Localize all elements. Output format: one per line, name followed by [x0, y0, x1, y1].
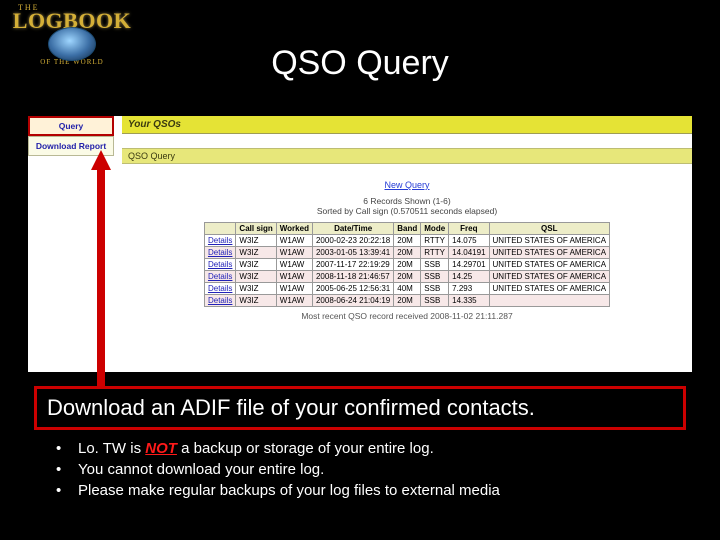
cell-call: W3IZ: [236, 259, 276, 271]
cell-band: 20M: [394, 235, 421, 247]
bullet-item: • You cannot download your entire log.: [56, 461, 500, 478]
pane-subheading: QSO Query: [122, 148, 692, 164]
bullet-item: • Please make regular backups of your lo…: [56, 482, 500, 499]
cell-qsl: UNITED STATES OF AMERICA: [489, 235, 610, 247]
cell-worked: W1AW: [276, 259, 312, 271]
th-freq: Freq: [449, 223, 489, 235]
table-row: DetailsW3IZW1AW2007-11-17 22:19:2920MSSB…: [204, 259, 609, 271]
cell-qsl: [489, 295, 610, 307]
not-emphasis: NOT: [145, 440, 177, 457]
cell-details[interactable]: Details: [204, 259, 235, 271]
bullet-text-2: You cannot download your entire log.: [78, 461, 324, 478]
cell-worked: W1AW: [276, 271, 312, 283]
cell-call: W3IZ: [236, 247, 276, 259]
cell-call: W3IZ: [236, 235, 276, 247]
cell-mode: SSB: [421, 259, 449, 271]
records-shown: 6 Records Shown (1-6): [122, 196, 692, 206]
cell-freq: 14.25: [449, 271, 489, 283]
cell-datetime: 2003-01-05 13:39:41: [312, 247, 393, 259]
cell-band: 20M: [394, 247, 421, 259]
cell-freq: 14.29701: [449, 259, 489, 271]
cell-datetime: 2008-06-24 21:04:19: [312, 295, 393, 307]
sidebar-item-query[interactable]: Query: [28, 116, 114, 136]
cell-mode: SSB: [421, 271, 449, 283]
cell-qsl: UNITED STATES OF AMERICA: [489, 247, 610, 259]
bullet-dot-icon: •: [56, 440, 78, 457]
th-datetime: Date/Time: [312, 223, 393, 235]
table-row: DetailsW3IZW1AW2008-11-18 21:46:5720MSSB…: [204, 271, 609, 283]
cell-mode: SSB: [421, 295, 449, 307]
sorted-by: Sorted by Call sign (0.570511 seconds el…: [122, 206, 692, 216]
table-row: DetailsW3IZW1AW2005-06-25 12:56:3140MSSB…: [204, 283, 609, 295]
cell-datetime: 2005-06-25 12:56:31: [312, 283, 393, 295]
cell-worked: W1AW: [276, 247, 312, 259]
cell-details[interactable]: Details: [204, 283, 235, 295]
bullet-dot-icon: •: [56, 461, 78, 478]
cell-worked: W1AW: [276, 235, 312, 247]
pane-heading: Your QSOs: [122, 116, 692, 134]
bullet-list: • Lo. TW is NOT a backup or storage of y…: [56, 440, 500, 503]
cell-freq: 14.04191: [449, 247, 489, 259]
cell-band: 20M: [394, 271, 421, 283]
cell-qsl: UNITED STATES OF AMERICA: [489, 259, 610, 271]
th-mode: Mode: [421, 223, 449, 235]
cell-mode: SSB: [421, 283, 449, 295]
cell-freq: 14.335: [449, 295, 489, 307]
arrow-shaft-icon: [97, 168, 105, 386]
cell-band: 20M: [394, 259, 421, 271]
th-band: Band: [394, 223, 421, 235]
cell-freq: 7.293: [449, 283, 489, 295]
bullet-text-3: Please make regular backups of your log …: [78, 482, 500, 499]
new-query-link[interactable]: New Query: [122, 180, 692, 190]
cell-mode: RTTY: [421, 235, 449, 247]
slide-title: QSO Query: [0, 44, 720, 83]
th-worked: Worked: [276, 223, 312, 235]
cell-mode: RTTY: [421, 247, 449, 259]
cell-datetime: 2000-02-23 20:22:18: [312, 235, 393, 247]
cell-qsl: UNITED STATES OF AMERICA: [489, 283, 610, 295]
table-row: DetailsW3IZW1AW2000-02-23 20:22:1820MRTT…: [204, 235, 609, 247]
th-qsl: QSL: [489, 223, 610, 235]
cell-details[interactable]: Details: [204, 247, 235, 259]
table-row: DetailsW3IZW1AW2008-06-24 21:04:1920MSSB…: [204, 295, 609, 307]
cell-band: 40M: [394, 283, 421, 295]
cell-details[interactable]: Details: [204, 295, 235, 307]
table-row: DetailsW3IZW1AW2003-01-05 13:39:4120MRTT…: [204, 247, 609, 259]
cell-datetime: 2007-11-17 22:19:29: [312, 259, 393, 271]
most-recent: Most recent QSO record received 2008-11-…: [122, 311, 692, 321]
banner-text: Download an ADIF file of your confirmed …: [34, 386, 686, 430]
bullet-dot-icon: •: [56, 482, 78, 499]
cell-details[interactable]: Details: [204, 271, 235, 283]
cell-qsl: UNITED STATES OF AMERICA: [489, 271, 610, 283]
cell-worked: W1AW: [276, 283, 312, 295]
cell-details[interactable]: Details: [204, 235, 235, 247]
cell-band: 20M: [394, 295, 421, 307]
arrow-head-icon: [91, 150, 111, 170]
bullet-item: • Lo. TW is NOT a backup or storage of y…: [56, 440, 500, 457]
content-pane: Your QSOs QSO Query New Query 6 Records …: [122, 116, 692, 372]
th-callsign: Call sign: [236, 223, 276, 235]
cell-call: W3IZ: [236, 295, 276, 307]
records-stats: 6 Records Shown (1-6) Sorted by Call sig…: [122, 196, 692, 216]
cell-call: W3IZ: [236, 283, 276, 295]
th-details: [204, 223, 235, 235]
cell-freq: 14.075: [449, 235, 489, 247]
cell-worked: W1AW: [276, 295, 312, 307]
browser-panel: Query Download Report Your QSOs QSO Quer…: [28, 116, 692, 372]
cell-call: W3IZ: [236, 271, 276, 283]
arrow-icon: [100, 150, 102, 386]
table-header-row: Call sign Worked Date/Time Band Mode Fre…: [204, 223, 609, 235]
cell-datetime: 2008-11-18 21:46:57: [312, 271, 393, 283]
bullet-text-1: Lo. TW is NOT a backup or storage of you…: [78, 440, 434, 457]
qso-table: Call sign Worked Date/Time Band Mode Fre…: [204, 222, 610, 307]
